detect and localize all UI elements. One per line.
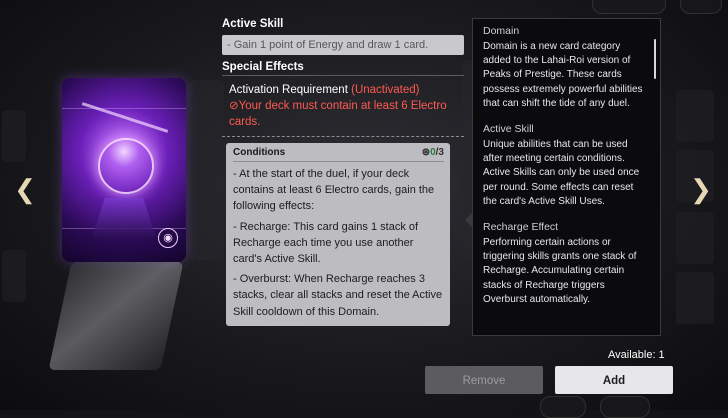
tooltip-section-text: Performing certain actions or triggering… [483,237,637,305]
glossary-tooltip: Domain Domain is a new card category add… [472,18,661,336]
background-button [680,0,722,14]
conditions-header: Conditions ⊛0/3 [233,147,444,162]
conditions-icon: ⊛ [421,147,431,158]
add-button[interactable]: Add [555,366,673,394]
chevron-left-icon[interactable]: ❮ [14,176,36,202]
conditions-box: Conditions ⊛0/3 - At the start of the du… [226,143,450,326]
tooltip-section-text: Unique abilities that can be used after … [483,139,640,207]
card-detail-panel: Active Skill - Gain 1 point of Energy an… [222,18,464,326]
activation-requirement: Activation Requirement (Unactivated) [229,82,464,98]
activation-label: Activation Requirement [229,84,348,96]
condition-line: - At the start of the duel, if your deck… [233,168,435,213]
lightning-bolt [81,102,169,133]
card-art-line [62,108,186,109]
special-effects-title: Special Effects [222,61,464,76]
active-skill-text: - Gain 1 point of Energy and draw 1 card… [222,35,464,55]
background-deck-card [2,250,26,302]
conditions-count-total: /3 [435,147,444,158]
available-count: Available: 1 [608,349,665,361]
domain-card-art: ◉ [62,78,186,262]
divider [222,136,464,137]
background-deck-card [676,272,714,324]
deck-requirement-warning: ⊘Your deck must contain at least 6 Elect… [229,100,447,128]
activation-status: (Unactivated) [351,84,420,96]
tooltip-scrollbar[interactable] [654,39,656,79]
tooltip-section-text: Domain is a new card category added to t… [483,41,643,109]
tooltip-section-title: Domain [483,25,520,37]
conditions-count: ⊛0/3 [422,147,444,158]
chevron-right-icon[interactable]: ❯ [690,176,712,202]
condition-line: - Recharge: This card gains 1 stack of R… [233,220,419,266]
background-button [540,396,586,418]
energy-orb [98,138,154,194]
background-deck-card [676,90,714,142]
card-reflection [48,262,184,370]
tooltip-section-title: Recharge Effect [483,221,559,234]
tooltip-section-title: Active Skill [483,123,534,136]
remove-button[interactable]: Remove [425,366,543,394]
background-card-slot [188,80,224,260]
background-button [592,0,666,14]
domain-badge-icon: ◉ [158,228,178,248]
card-art-stairs [92,198,156,238]
active-skill-title: Active Skill [222,18,284,30]
condition-line: - Overburst: When Recharge reaches 3 sta… [233,273,443,318]
background-deck-card [676,212,714,264]
background-deck-card [2,110,26,162]
background-button [600,396,650,418]
conditions-title: Conditions [233,147,286,158]
